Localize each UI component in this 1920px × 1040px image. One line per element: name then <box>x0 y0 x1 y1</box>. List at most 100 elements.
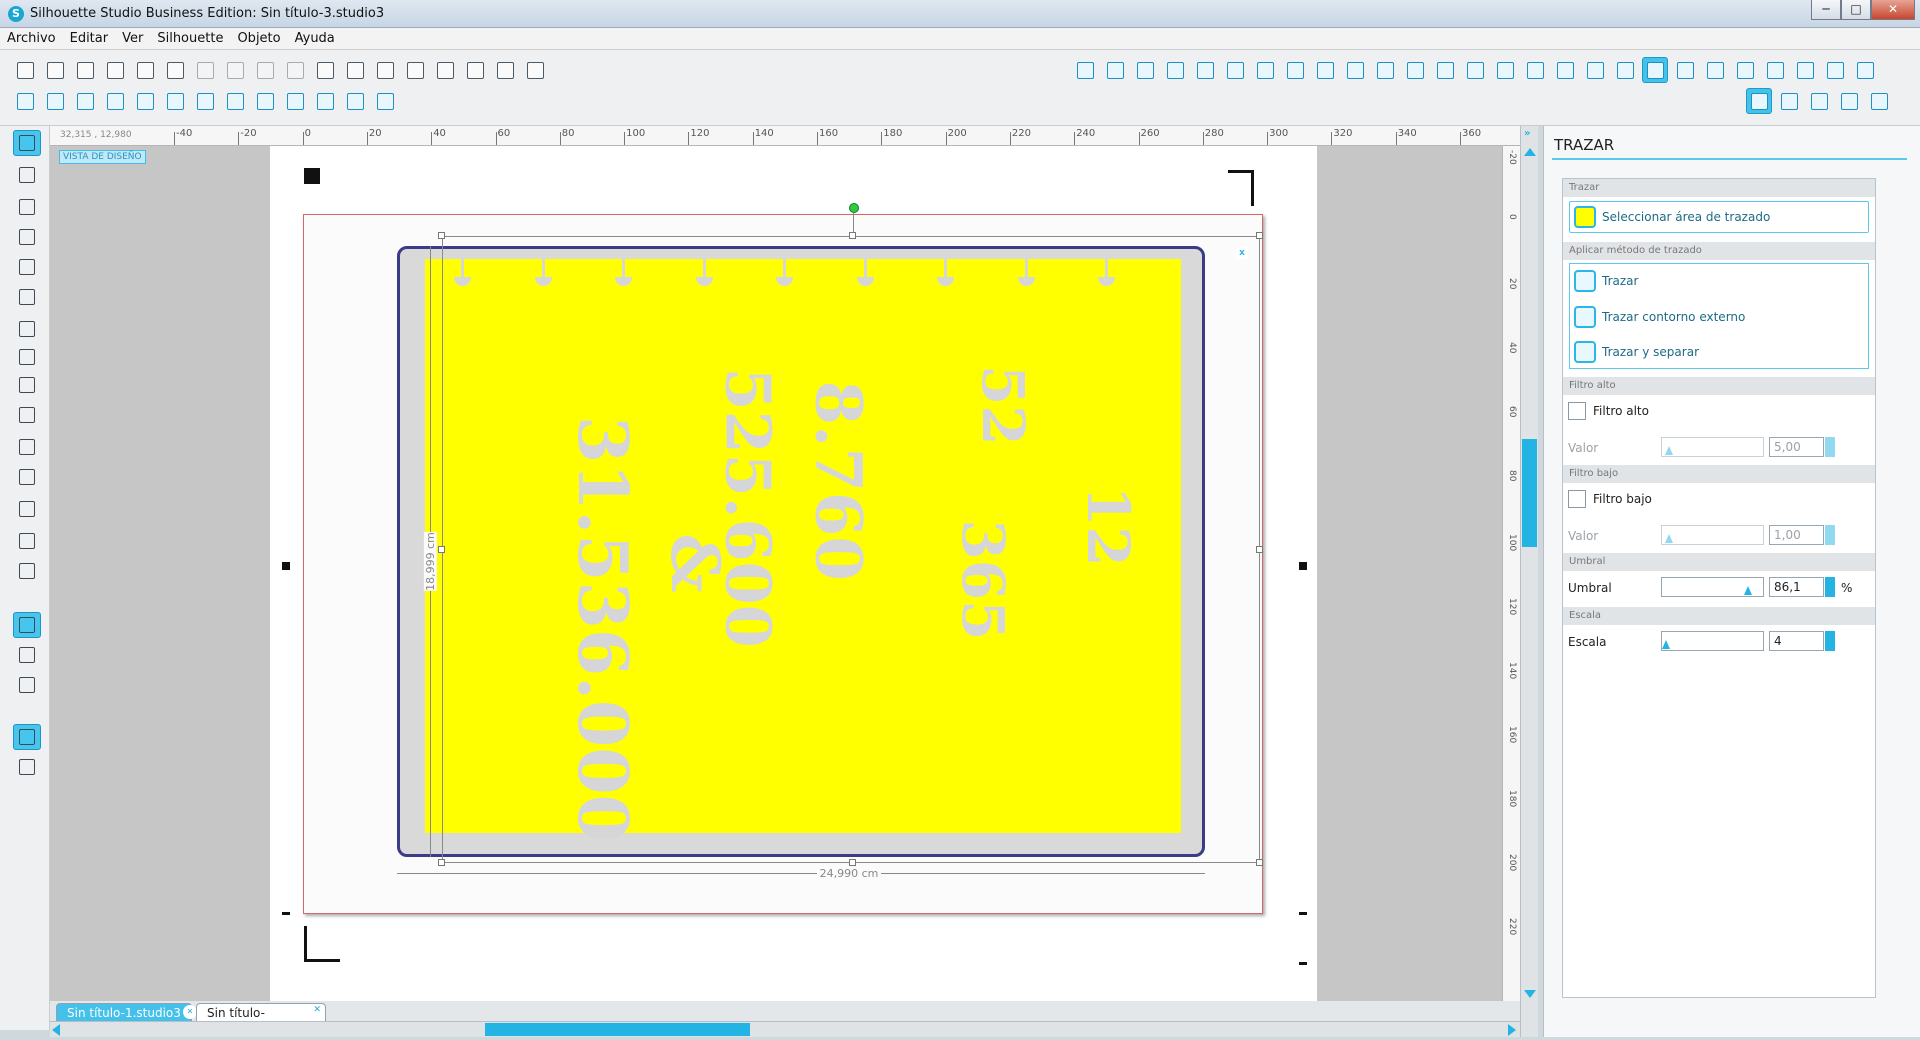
view-cut-icon[interactable] <box>1746 88 1772 114</box>
grid-icon[interactable] <box>1762 57 1788 83</box>
trace-and-detach-button[interactable]: Trazar y separar <box>1570 336 1868 368</box>
polyline-tool-icon[interactable] <box>13 316 41 342</box>
layers-icon[interactable] <box>132 88 158 114</box>
smooth-freehand-icon[interactable] <box>13 402 41 428</box>
point-edit-icon[interactable] <box>1252 57 1278 83</box>
point-edit-arrow-icon[interactable] <box>13 162 41 188</box>
resize-handle[interactable] <box>849 232 856 239</box>
maximize-button[interactable]: □ <box>1841 0 1871 20</box>
select-arrow-icon[interactable] <box>13 130 41 156</box>
rotate-handle[interactable] <box>849 203 859 213</box>
fit-to-page-icon[interactable] <box>522 57 548 83</box>
tab-sin-titulo-1[interactable]: Sin título-1.studio3 ✕ <box>56 1003 197 1021</box>
settings-gear-icon[interactable] <box>1852 57 1878 83</box>
print-and-cut-icon[interactable] <box>1836 88 1862 114</box>
high-filter-checkbox[interactable] <box>1568 402 1586 420</box>
save-icon[interactable] <box>102 57 128 83</box>
silhouette-store-icon[interactable] <box>13 672 41 698</box>
scroll-right-icon[interactable] <box>1508 1024 1516 1036</box>
high-filter-slider[interactable] <box>1661 437 1764 457</box>
scroll-left-icon[interactable] <box>52 1024 60 1036</box>
new-document-icon[interactable] <box>12 57 38 83</box>
modify-icon[interactable] <box>1582 57 1608 83</box>
3d-cube-icon[interactable] <box>372 88 398 114</box>
offset-icon[interactable] <box>1612 57 1638 83</box>
library-icon[interactable] <box>13 642 41 668</box>
knife-tool-icon[interactable] <box>13 558 41 584</box>
menu-item-5[interactable]: Ayuda <box>288 28 342 49</box>
sketch-pen-icon[interactable] <box>1806 88 1832 114</box>
tab-close-icon[interactable]: ✕ <box>183 1005 197 1019</box>
shear-icon[interactable] <box>1492 57 1518 83</box>
3d-box-icon[interactable] <box>162 88 188 114</box>
low-filter-slider[interactable] <box>1661 525 1764 545</box>
low-filter-value[interactable]: 1,00 <box>1769 525 1824 545</box>
ellipse-tool-icon[interactable] <box>13 284 41 310</box>
close-button[interactable]: ✕ <box>1871 0 1915 20</box>
scale-spinner[interactable] <box>1825 631 1835 651</box>
undo-icon[interactable] <box>312 57 338 83</box>
menu-item-3[interactable]: Silhouette <box>150 28 230 49</box>
select-trace-area-button[interactable]: Seleccionar área de trazado <box>1569 201 1869 233</box>
scroll-up-icon[interactable] <box>1524 148 1536 156</box>
send-icon[interactable] <box>1822 57 1848 83</box>
paste-icon[interactable] <box>252 57 278 83</box>
delete-icon[interactable] <box>192 88 218 114</box>
text-style-icon[interactable] <box>1732 57 1758 83</box>
resize-handle[interactable] <box>1256 859 1263 866</box>
trace-button[interactable]: Trazar <box>1570 265 1868 297</box>
resize-handle[interactable] <box>849 859 856 866</box>
scale-slider-thumb[interactable] <box>1662 640 1670 649</box>
text-tool-icon[interactable] <box>13 496 41 522</box>
shadow-icon[interactable] <box>1222 57 1248 83</box>
fill-color-icon[interactable] <box>1072 57 1098 83</box>
group-icon[interactable] <box>12 88 38 114</box>
low-filter-spinner[interactable] <box>1825 525 1835 545</box>
rectangle-tool-icon[interactable] <box>13 224 41 250</box>
scale-value[interactable]: 4 <box>1769 631 1824 651</box>
menu-item-4[interactable]: Objeto <box>230 28 287 49</box>
save-library-icon[interactable] <box>132 57 158 83</box>
high-filter-spinner[interactable] <box>1825 437 1835 457</box>
rounded-rect-tool-icon[interactable] <box>13 254 41 280</box>
single-pane-icon[interactable] <box>13 724 41 750</box>
bring-forward-icon[interactable] <box>222 88 248 114</box>
split-pane-icon[interactable] <box>13 754 41 780</box>
copy-icon[interactable] <box>222 57 248 83</box>
weld-icon[interactable] <box>282 88 308 114</box>
cut-settings-icon[interactable] <box>192 57 218 83</box>
high-filter-value[interactable]: 5,00 <box>1769 437 1824 457</box>
page-setup-icon[interactable] <box>1672 57 1698 83</box>
text-icon[interactable] <box>1372 57 1398 83</box>
scroll-down-icon[interactable] <box>1524 990 1536 998</box>
open-icon[interactable] <box>42 57 68 83</box>
design-canvas[interactable]: VISTA DE DISEÑO 31.536.000 & 525.600 8.7… <box>50 146 1502 1001</box>
resize-handle[interactable] <box>1256 546 1263 553</box>
menu-item-0[interactable]: Archivo <box>0 28 63 49</box>
scale-slider[interactable] <box>1661 631 1764 651</box>
image-close-icon[interactable]: x <box>1236 247 1248 259</box>
pan-hand-icon[interactable] <box>372 57 398 83</box>
print-icon[interactable] <box>162 57 188 83</box>
arc-tool-icon[interactable] <box>13 434 41 460</box>
menu-item-2[interactable]: Ver <box>115 28 150 49</box>
zoom-out-icon[interactable] <box>432 57 458 83</box>
gradient-icon[interactable] <box>1102 57 1128 83</box>
minimize-button[interactable]: ─ <box>1811 0 1841 20</box>
send-backward-icon[interactable] <box>252 88 278 114</box>
threshold-slider-thumb[interactable] <box>1744 586 1752 595</box>
tab-close-icon[interactable]: ✕ <box>313 1005 321 1015</box>
threshold-value[interactable]: 86,1 <box>1769 577 1824 597</box>
line-style-icon[interactable] <box>1192 57 1218 83</box>
registration-icon[interactable] <box>1702 57 1728 83</box>
stroke-icon[interactable] <box>1312 57 1338 83</box>
nesting-icon[interactable] <box>1792 57 1818 83</box>
replicate-icon[interactable] <box>1552 57 1578 83</box>
redo-icon[interactable] <box>342 57 368 83</box>
view-no-cut-icon[interactable] <box>1776 88 1802 114</box>
release-compound-icon[interactable] <box>102 88 128 114</box>
resize-handle[interactable] <box>1256 232 1263 239</box>
resize-handle[interactable] <box>438 859 445 866</box>
design-view-icon[interactable] <box>13 612 41 638</box>
trace-brush-icon[interactable] <box>342 88 368 114</box>
